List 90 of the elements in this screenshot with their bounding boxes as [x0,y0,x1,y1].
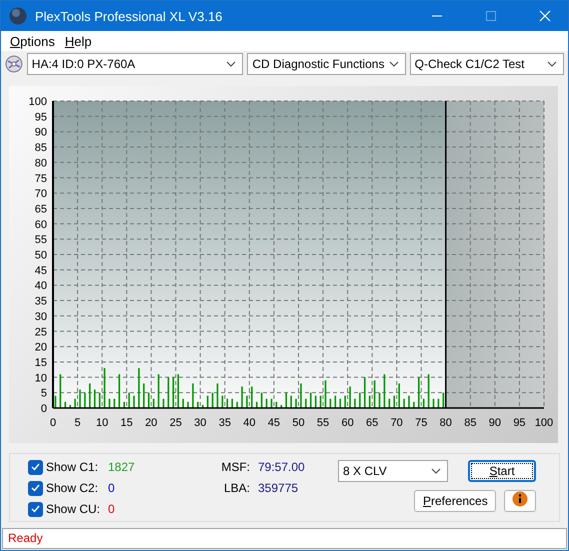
checkbox[interactable] [28,480,43,496]
test-select[interactable]: Q-Check C1/C2 Test [410,53,564,76]
y-tick-label: 55 [34,234,47,246]
chevron-icon [547,61,557,68]
y-tick-label: 20 [34,341,47,354]
y-tick-label: 0 [40,402,47,415]
menu-item[interactable]: Help [60,34,97,49]
x-tick-label: 0 [50,416,56,429]
x-tick-label: 60 [341,416,354,429]
speed-select[interactable]: 8 X CLV [338,460,448,482]
y-tick-label: 65 [34,203,47,216]
maximize-icon [486,11,496,21]
y-tick-label: 45 [34,264,47,277]
x-tick-label: 35 [218,416,231,429]
y-tick-label: 95 [34,111,47,124]
checkbox[interactable] [28,502,43,517]
disc-icon [5,55,23,74]
y-tick-label: 75 [34,172,47,185]
x-tick-label: 55 [316,416,330,429]
y-tick-label: 50 [34,249,47,262]
y-tick-label: 80 [34,157,47,170]
x-tick-label: 90 [488,416,502,429]
error-bar [393,396,396,408]
y-tick-label: 25 [34,326,47,338]
x-tick-label: 65 [366,416,378,429]
checkbox[interactable] [28,460,43,475]
x-tick-label: 85 [464,416,476,429]
count-value: 0 [108,502,115,516]
window-title: PlexTools Professional XL V3.16 [35,8,224,24]
x-tick-label: 30 [194,416,206,429]
y-tick-label: 35 [34,295,47,308]
y-tick-label: 60 [34,218,47,231]
y-tick-label: 70 [34,188,47,200]
error-bar [94,389,96,408]
y-tick-label: 90 [34,126,47,139]
position-value: 359775 [258,481,298,496]
position-label: MSF: [220,460,250,474]
x-tick-label: 75 [415,416,428,429]
error-bar [64,402,66,408]
menu-item[interactable]: Options [5,34,60,49]
checkmark-icon [31,463,40,472]
info-button[interactable] [504,490,536,512]
x-tick-label: 5 [74,416,81,429]
count-value: 0 [108,481,115,496]
position-label: LBA: [222,481,250,496]
error-bar [118,374,120,408]
error-bar [285,392,288,408]
chevron-icon [226,61,236,68]
x-tick-label: 95 [513,416,526,429]
error-bar [148,392,150,408]
drive-select[interactable]: HA:4 ID:0 PX-760A [26,53,244,76]
status-text: Ready [7,531,43,546]
x-tick-label: 20 [145,416,158,429]
x-tick-label: 80 [440,416,452,429]
y-tick-label: 5 [40,388,47,400]
y-tick-label: 100 [28,96,47,108]
info-icon [512,491,528,508]
x-tick-label: 50 [292,416,305,429]
preferences-button[interactable]: Preferences [414,490,496,512]
chevron-icon [388,61,399,68]
app-logo-icon [9,7,27,25]
position-value: 79:57.00 [258,460,305,474]
x-tick-label: 100 [534,416,554,429]
checkbox-label: Show C2: [46,481,100,496]
y-tick-label: 85 [34,142,47,154]
error-bar [339,398,342,408]
error-bar [231,398,234,408]
start-button[interactable]: Start [468,460,536,482]
checkbox-label: Show CU: [46,502,102,516]
count-value: 1827 [108,460,135,474]
y-tick-label: 40 [34,280,47,292]
x-tick-label: 15 [120,416,133,429]
x-tick-label: 70 [390,416,403,429]
error-bar [202,404,204,408]
function-select[interactable]: CD Diagnostic Functions [247,53,406,76]
error-bar [310,392,312,408]
x-tick-label: 45 [268,416,280,429]
close-icon [539,10,551,22]
error-bar [364,377,366,408]
error-bar [256,402,258,408]
y-tick-label: 30 [34,310,47,323]
x-tick-label: 25 [170,416,182,429]
y-tick-label: 15 [34,356,47,369]
checkmark-icon [31,505,40,514]
checkmark-icon [31,484,40,492]
x-tick-label: 40 [243,416,256,429]
x-tick-label: 10 [96,416,108,429]
y-tick-label: 10 [34,372,47,384]
checkbox-label: Show C1: [46,460,100,474]
chevron-icon [431,468,441,474]
